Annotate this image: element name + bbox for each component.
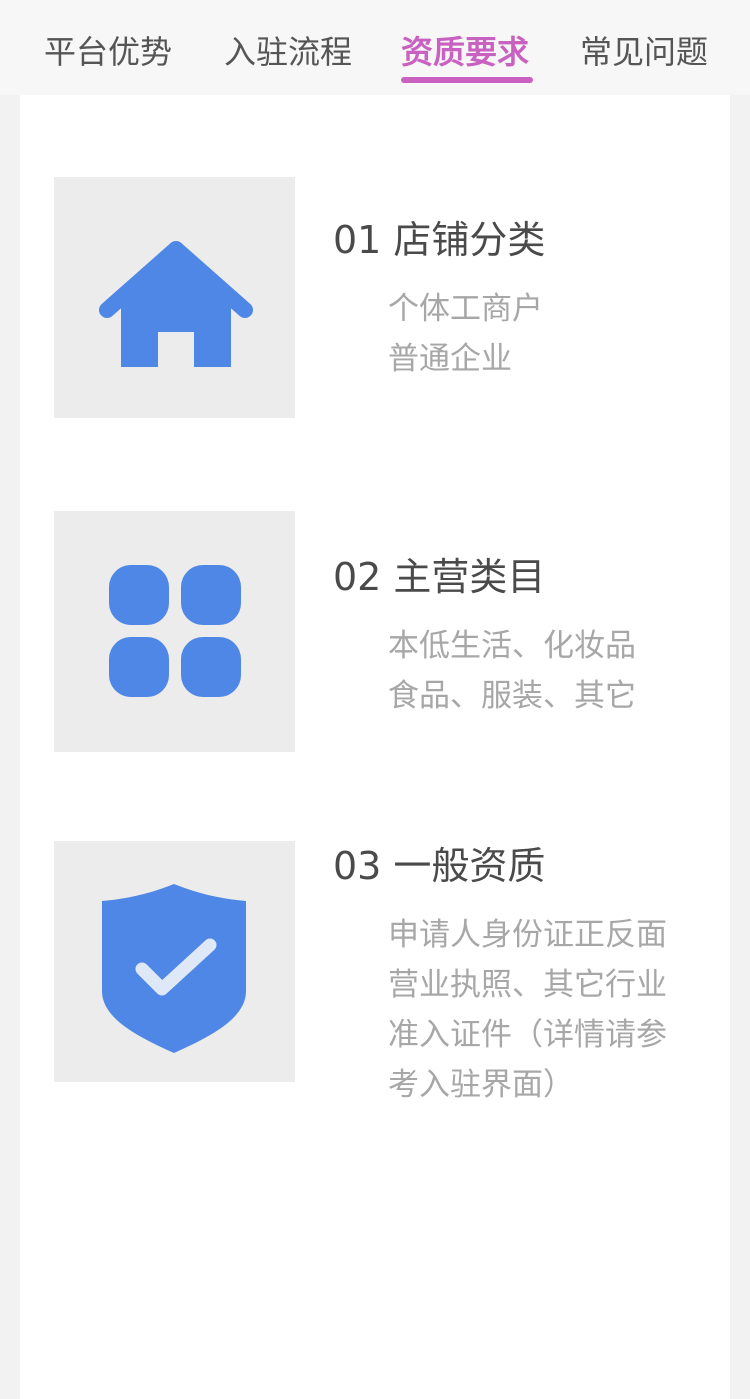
section-line: 食品、服装、其它	[388, 678, 636, 714]
tab-bar: 平台优势 入驻流程 资质要求 常见问题	[0, 0, 750, 95]
shield-check-icon	[102, 884, 246, 1053]
house-icon	[99, 241, 253, 367]
section-title-store-category: 01 店铺分类	[333, 218, 546, 262]
tab-platform-advantages[interactable]: 平台优势	[44, 30, 172, 74]
section-title-main-category: 02 主营类目	[333, 555, 546, 599]
grid-icon	[109, 565, 241, 697]
section-line: 营业执照、其它行业	[388, 967, 667, 1003]
shield-icon-box	[54, 841, 295, 1082]
section-line: 本低生活、化妆品	[388, 628, 636, 664]
active-tab-indicator	[401, 77, 533, 83]
house-icon-box	[54, 177, 295, 418]
section-line: 普通企业	[388, 341, 512, 377]
section-line: 个体工商户	[388, 291, 543, 327]
section-title-general-qualifications: 03 一般资质	[333, 844, 546, 888]
section-line: 申请人身份证正反面	[388, 917, 667, 953]
grid-icon-box	[54, 511, 295, 752]
tab-faq[interactable]: 常见问题	[580, 30, 708, 74]
section-line: 准入证件（详情请参	[388, 1017, 667, 1053]
section-line: 考入驻界面）	[388, 1067, 574, 1103]
tab-onboarding-process[interactable]: 入驻流程	[224, 30, 352, 74]
tab-qualification-requirements[interactable]: 资质要求	[401, 30, 529, 74]
